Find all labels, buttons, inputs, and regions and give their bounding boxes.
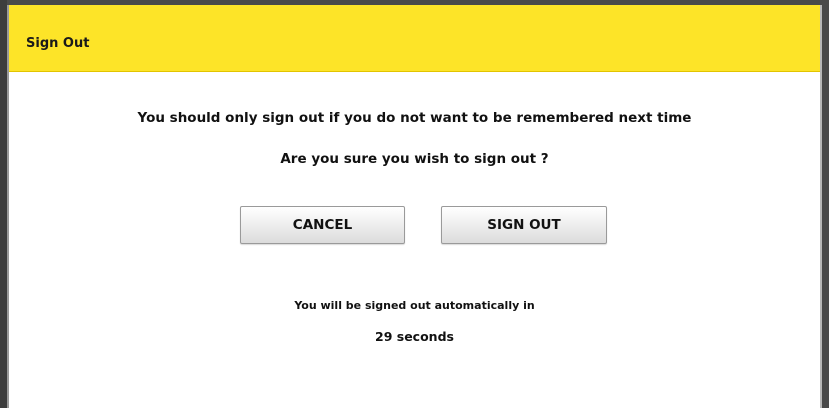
cancel-button[interactable]: CANCEL [240, 206, 405, 244]
dialog-frame-right-inner [820, 5, 822, 408]
sign-out-warning-message: You should only sign out if you do not w… [137, 110, 692, 126]
sign-out-confirm-question: Are you sure you wish to sign out ? [280, 151, 549, 167]
dialog-title-bar: Sign Out [9, 5, 820, 72]
countdown-timer: 29 seconds [375, 329, 454, 344]
sign-out-button[interactable]: SIGN OUT [441, 206, 607, 244]
dialog-title: Sign Out [26, 36, 90, 51]
dialog-frame-left [0, 0, 7, 408]
auto-sign-out-notice: You will be signed out automatically in [294, 299, 535, 312]
dialog-content: You should only sign out if you do not w… [9, 72, 820, 408]
dialog-frame-right [822, 0, 829, 408]
sign-out-dialog: Sign Out You should only sign out if you… [0, 0, 829, 408]
